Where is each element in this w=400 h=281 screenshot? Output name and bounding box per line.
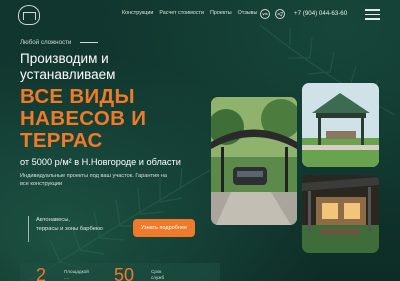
phone-number[interactable]: +7 (904) 044-63-60 bbox=[294, 10, 347, 17]
learn-more-button[interactable]: Узнать подробнее bbox=[133, 219, 195, 237]
gazebo-photo bbox=[302, 83, 379, 167]
stat-label: Срок служб bbox=[151, 269, 191, 281]
hero-description-line: Индивидуальные проекты под ваш участок. … bbox=[20, 173, 167, 179]
stat-label: Площадкой .... bbox=[64, 269, 104, 281]
hero-accent-line: террас bbox=[20, 129, 103, 152]
hero-title: Производим и устанавливаем bbox=[20, 51, 210, 83]
logo-icon[interactable] bbox=[18, 5, 40, 25]
hero-title-line: Производим и bbox=[20, 51, 109, 66]
stat-label-line: служб bbox=[151, 275, 165, 280]
feature-line: террасы и зоны барбекю bbox=[36, 226, 103, 232]
feature-line: Автонавесы, bbox=[36, 217, 70, 223]
site-header: Конструкции Расчет стоимости Проекты Отз… bbox=[0, 0, 400, 30]
main-nav: Конструкции Расчет стоимости Проекты Отз… bbox=[122, 10, 257, 16]
stat-label-line: .... bbox=[64, 275, 70, 280]
hero-accent-line: все виды bbox=[20, 85, 135, 108]
hero-description: Индивидуальные проекты под ваш участок. … bbox=[20, 172, 180, 188]
nav-item-price-calculation[interactable]: Расчет стоимости bbox=[159, 10, 204, 16]
hero-accent-title: все виды навесов и террас bbox=[20, 86, 220, 152]
eyebrow-divider bbox=[80, 42, 98, 43]
nav-item-constructions[interactable]: Конструкции bbox=[122, 10, 153, 16]
hero-accent-line: навесов и bbox=[20, 107, 147, 130]
stat-value: 2 bbox=[36, 265, 47, 281]
hero-description-line: все конструкции bbox=[20, 181, 63, 187]
hero-price: от 5000 р/м² в Н.Новгороде и области bbox=[20, 157, 181, 167]
stat-value: 50 bbox=[114, 265, 135, 281]
carport-photo bbox=[211, 97, 297, 225]
nav-item-projects[interactable]: Проекты bbox=[210, 10, 232, 16]
telegram-icon[interactable] bbox=[275, 9, 285, 19]
hero-title-line: устанавливаем bbox=[20, 67, 116, 82]
hero-eyebrow: Любой сложности bbox=[20, 39, 72, 46]
vk-icon[interactable] bbox=[260, 9, 270, 19]
menu-burger-icon[interactable] bbox=[365, 9, 380, 20]
feature-box: Автонавесы, террасы и зоны барбекю bbox=[28, 216, 108, 242]
nav-item-reviews[interactable]: Отзывы bbox=[238, 10, 258, 16]
terrace-photo bbox=[302, 175, 379, 253]
